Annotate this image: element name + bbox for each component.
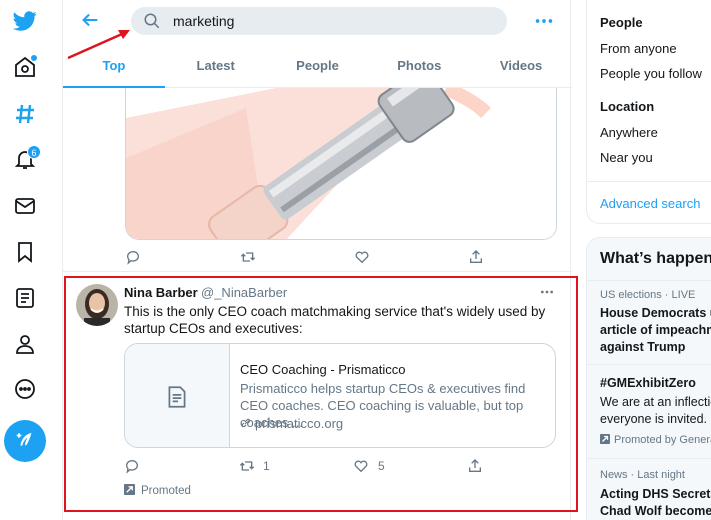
whats-happening-panel: What’s happening US elections · LIVE Hou… [586, 237, 711, 520]
trend-title-line[interactable]: article of impeachm [600, 322, 711, 339]
home-icon[interactable] [10, 52, 40, 82]
trend-title-line[interactable]: Chad Wolf become [600, 503, 711, 520]
retweet-count: 1 [263, 459, 270, 473]
card-thumbnail [125, 344, 230, 447]
trend-divider [587, 364, 711, 365]
tweet-author-handle[interactable]: @_NinaBarber [201, 285, 287, 300]
filter-near-you[interactable]: Near you [600, 150, 653, 165]
trend-title-line[interactable]: against Trump [600, 339, 711, 356]
reply-icon[interactable] [124, 458, 140, 474]
like-count: 5 [378, 459, 385, 473]
promoted-tweet-actions: 1 5 [124, 458, 556, 476]
promoted-label: Promoted [124, 484, 191, 497]
trend-divider [587, 280, 711, 281]
retweet-icon[interactable] [239, 458, 255, 474]
link-icon [241, 418, 251, 428]
trend-meta: News · Last night [600, 469, 685, 481]
link-card[interactable]: CEO Coaching - Prismaticco Prismaticco h… [124, 343, 556, 448]
trend-promoted: Promoted by Genera [600, 434, 711, 446]
document-icon [168, 385, 186, 408]
filter-from-anyone[interactable]: From anyone [600, 41, 677, 56]
share-icon[interactable] [467, 458, 483, 474]
promoted-text: Promoted [141, 485, 191, 497]
filter-anywhere[interactable]: Anywhere [600, 125, 658, 140]
more-icon[interactable] [10, 374, 40, 404]
notification-count-badge: 6 [27, 145, 41, 159]
card-url-text: prismaticco.org [255, 416, 344, 431]
tweet-text: This is the only CEO coach matchmaking s… [124, 304, 546, 336]
annotation-arrow [67, 30, 130, 60]
search-filters-panel: People From anyone People you follow Loc… [586, 0, 711, 224]
promoted-tweet[interactable]: Nina Barber @_NinaBarber This is the onl… [62, 0, 571, 520]
card-url: prismaticco.org [240, 416, 343, 431]
trend-title-line[interactable]: House Democrats u [600, 305, 711, 322]
avatar[interactable] [76, 284, 118, 326]
tweet-author-name[interactable]: Nina Barber [124, 285, 198, 300]
tweet-more-icon[interactable] [539, 284, 555, 300]
promoted-icon [124, 484, 135, 495]
card-title: CEO Coaching - Prismaticco [240, 362, 406, 377]
advanced-search-link[interactable]: Advanced search [600, 196, 700, 211]
promoted-icon [600, 434, 610, 444]
like-heart-icon[interactable] [353, 458, 369, 474]
twitter-bird-icon[interactable] [10, 6, 40, 36]
whats-happening-heading: What’s happening [600, 250, 711, 267]
trend-body-line: everyone is invited. [600, 412, 708, 426]
filter-divider [587, 181, 711, 182]
lists-icon[interactable] [10, 283, 40, 313]
notifications-bell-icon[interactable]: 6 [10, 144, 41, 174]
left-navigation: 6 [0, 0, 50, 520]
messages-icon[interactable] [10, 191, 40, 221]
home-new-dot [31, 55, 37, 61]
location-filter-heading: Location [600, 99, 655, 114]
trend-promoted-text: Promoted by Genera [614, 434, 711, 446]
profile-icon[interactable] [10, 329, 40, 359]
people-filter-heading: People [600, 15, 643, 30]
trend-title-line[interactable]: Acting DHS Secreta [600, 486, 711, 503]
explore-hash-icon[interactable] [10, 99, 40, 129]
trend-body-line: We are at an inflectio [600, 395, 711, 409]
compose-tweet-icon [16, 432, 32, 446]
filter-people-you-follow[interactable]: People you follow [600, 66, 702, 81]
bookmarks-icon[interactable] [10, 237, 40, 267]
trend-divider [587, 458, 711, 459]
trend-meta: US elections · LIVE [600, 289, 696, 301]
trend-title-line[interactable]: #GMExhibitZero [600, 375, 711, 392]
right-sidebar: People From anyone People you follow Loc… [586, 0, 711, 520]
compose-tweet-button[interactable] [4, 420, 46, 462]
